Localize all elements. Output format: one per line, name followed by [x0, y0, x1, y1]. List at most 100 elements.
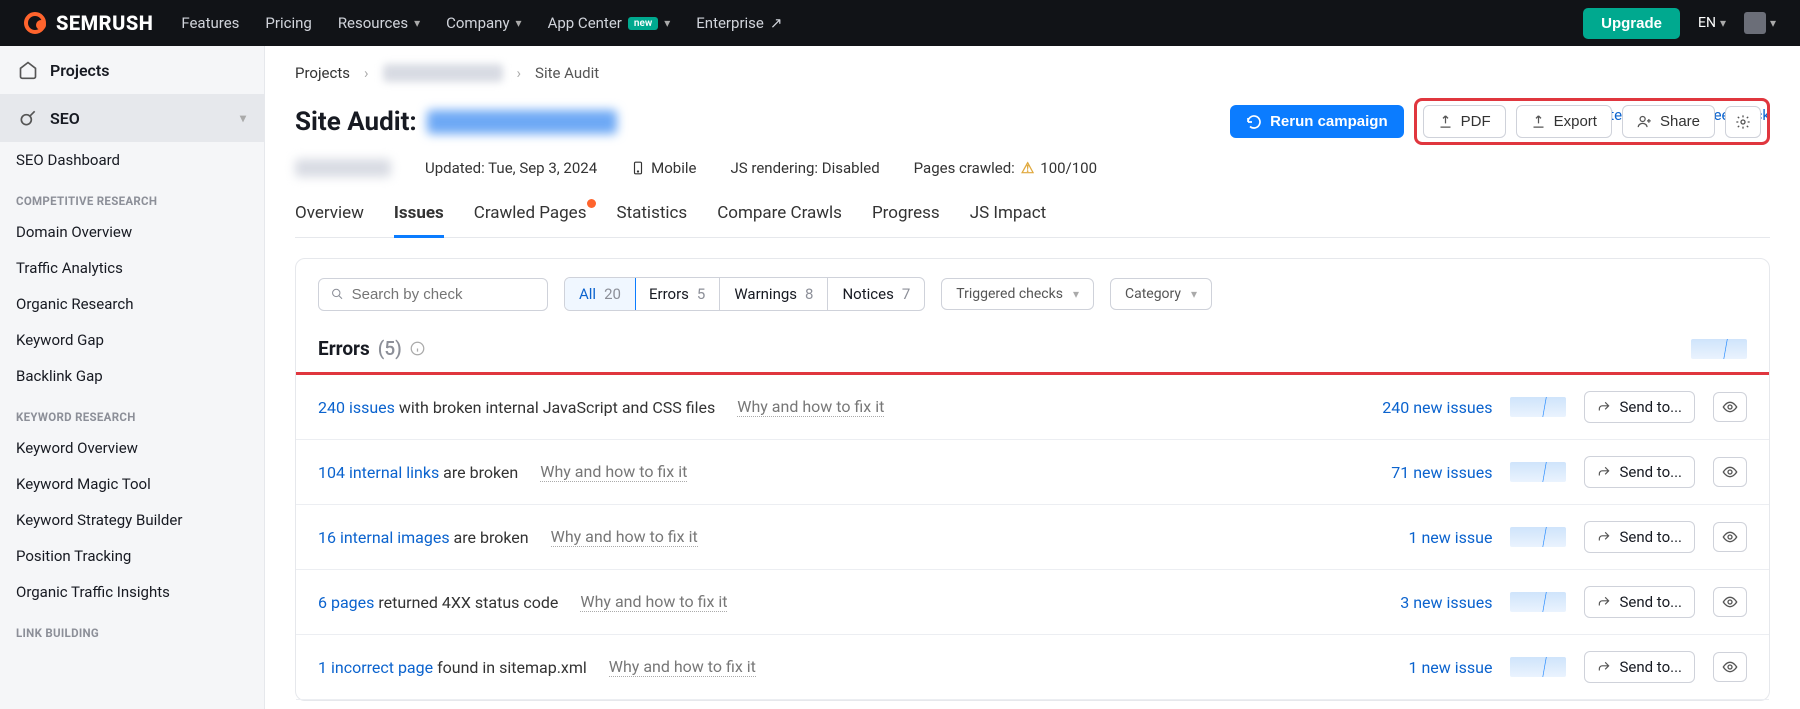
sidebar-seo-dashboard[interactable]: SEO Dashboard — [0, 142, 264, 178]
tab-js-impact[interactable]: JS Impact — [970, 203, 1046, 237]
category-dropdown[interactable]: Category▾ — [1110, 278, 1212, 310]
share-arrow-icon — [1597, 465, 1611, 479]
breadcrumb-projects[interactable]: Projects — [295, 64, 350, 82]
main-content: Projects › › Site Audit Help center Send… — [265, 46, 1800, 709]
hide-button[interactable] — [1713, 522, 1747, 552]
js-rendering-info: JS rendering: Disabled — [730, 159, 879, 177]
issue-row: 16 internal images are broken Why and ho… — [296, 505, 1769, 570]
chevron-right-icon: › — [517, 64, 522, 82]
pdf-button[interactable]: PDF — [1423, 105, 1506, 138]
segment-all[interactable]: All20 — [564, 277, 636, 311]
sidebar: Projects SEO ▾ SEO Dashboard COMPETITIVE… — [0, 46, 265, 709]
issue-desc: found in sitemap.xml — [437, 658, 587, 677]
hide-button[interactable] — [1713, 652, 1747, 682]
sidebar-seo[interactable]: SEO ▾ — [0, 94, 264, 142]
search-icon — [331, 287, 344, 301]
how-to-fix-link[interactable]: Why and how to fix it — [551, 527, 698, 547]
info-icon[interactable] — [410, 341, 425, 356]
chevron-down-icon: ▾ — [1720, 16, 1726, 30]
issue-link[interactable]: 6 pages — [318, 593, 374, 612]
send-to-button[interactable]: Send to... — [1584, 586, 1695, 618]
issue-row: 6 pages returned 4XX status code Why and… — [296, 570, 1769, 635]
tab-compare-crawls[interactable]: Compare Crawls — [717, 203, 842, 237]
nav-company[interactable]: Company▾ — [446, 14, 521, 32]
user-menu[interactable]: ▾ — [1744, 12, 1776, 34]
hide-button[interactable] — [1713, 392, 1747, 422]
nav-resources[interactable]: Resources▾ — [338, 14, 420, 32]
chevron-down-icon: ▾ — [240, 111, 246, 125]
issues-panel: All20 Errors5 Warnings8 Notices7 Trigger… — [295, 258, 1770, 701]
how-to-fix-link[interactable]: Why and how to fix it — [540, 462, 687, 482]
sidebar-keyword-strategy[interactable]: Keyword Strategy Builder — [0, 502, 264, 538]
topbar-right: Upgrade EN▾ ▾ — [1583, 8, 1776, 39]
share-button[interactable]: Share — [1622, 105, 1715, 138]
issue-desc: are broken — [443, 463, 518, 482]
sidebar-keyword-overview[interactable]: Keyword Overview — [0, 430, 264, 466]
how-to-fix-link[interactable]: Why and how to fix it — [737, 397, 884, 417]
share-arrow-icon — [1597, 660, 1611, 674]
sidebar-keyword-magic[interactable]: Keyword Magic Tool — [0, 466, 264, 502]
upgrade-button[interactable]: Upgrade — [1583, 8, 1680, 39]
sidebar-projects[interactable]: Projects — [0, 46, 264, 94]
sidebar-organic-research[interactable]: Organic Research — [0, 286, 264, 322]
issue-desc: are broken — [454, 528, 529, 547]
tab-overview[interactable]: Overview — [295, 203, 364, 237]
new-issues-link[interactable]: 1 new issue — [1409, 658, 1493, 677]
issue-link[interactable]: 104 internal links — [318, 463, 439, 482]
new-issues-link[interactable]: 1 new issue — [1409, 528, 1493, 547]
brand-logo[interactable]: SEMRUSH — [24, 11, 153, 35]
user-plus-icon — [1637, 114, 1652, 129]
triggered-checks-dropdown[interactable]: Triggered checks▾ — [941, 278, 1094, 310]
search-field[interactable] — [352, 286, 535, 303]
page-title-domain — [427, 110, 617, 134]
how-to-fix-link[interactable]: Why and how to fix it — [609, 657, 756, 677]
sidebar-domain-overview[interactable]: Domain Overview — [0, 214, 264, 250]
rerun-campaign-button[interactable]: Rerun campaign — [1230, 105, 1404, 138]
how-to-fix-link[interactable]: Why and how to fix it — [580, 592, 727, 612]
chevron-down-icon: ▾ — [414, 16, 420, 30]
search-input[interactable] — [318, 278, 548, 311]
new-issues-link[interactable]: 71 new issues — [1391, 463, 1492, 482]
errors-section-header: Errors (5) — [296, 329, 1769, 372]
hide-button[interactable] — [1713, 457, 1747, 487]
meta-info: Updated: Tue, Sep 3, 2024 Mobile JS rend… — [295, 159, 1770, 177]
sidebar-traffic-analytics[interactable]: Traffic Analytics — [0, 250, 264, 286]
send-to-button[interactable]: Send to... — [1584, 391, 1695, 423]
notification-dot-icon — [587, 199, 596, 208]
tab-issues[interactable]: Issues — [394, 203, 444, 237]
tab-crawled-pages[interactable]: Crawled Pages — [474, 203, 587, 237]
segment-notices[interactable]: Notices7 — [828, 278, 924, 310]
new-badge: new — [628, 17, 658, 30]
issue-link[interactable]: 16 internal images — [318, 528, 450, 547]
eye-icon — [1722, 464, 1738, 480]
settings-button[interactable] — [1725, 106, 1761, 138]
send-to-button[interactable]: Send to... — [1584, 521, 1695, 553]
hide-button[interactable] — [1713, 587, 1747, 617]
sidebar-organic-traffic-insights[interactable]: Organic Traffic Insights — [0, 574, 264, 610]
sparkline — [1510, 397, 1566, 417]
new-issues-link[interactable]: 240 new issues — [1382, 398, 1492, 417]
new-issues-link[interactable]: 3 new issues — [1400, 593, 1492, 612]
breadcrumb-project-name[interactable] — [383, 64, 503, 82]
segment-warnings[interactable]: Warnings8 — [720, 278, 828, 310]
nav-app-center[interactable]: App Centernew▾ — [548, 14, 671, 32]
sidebar-keyword-gap[interactable]: Keyword Gap — [0, 322, 264, 358]
sidebar-header-link-building: LINK BUILDING — [0, 610, 264, 646]
send-to-button[interactable]: Send to... — [1584, 651, 1695, 683]
send-to-button[interactable]: Send to... — [1584, 456, 1695, 488]
language-selector[interactable]: EN▾ — [1698, 15, 1726, 31]
upload-icon — [1531, 114, 1546, 129]
nav-features[interactable]: Features — [181, 14, 239, 32]
nav-enterprise[interactable]: Enterprise↗ — [696, 14, 782, 32]
sidebar-backlink-gap[interactable]: Backlink Gap — [0, 358, 264, 394]
home-icon — [18, 60, 38, 80]
issue-link[interactable]: 240 issues — [318, 398, 395, 417]
eye-icon — [1722, 659, 1738, 675]
tab-statistics[interactable]: Statistics — [616, 203, 687, 237]
issue-link[interactable]: 1 incorrect page — [318, 658, 433, 677]
sidebar-position-tracking[interactable]: Position Tracking — [0, 538, 264, 574]
nav-pricing[interactable]: Pricing — [265, 14, 311, 32]
segment-errors[interactable]: Errors5 — [635, 278, 720, 310]
tab-progress[interactable]: Progress — [872, 203, 940, 237]
export-button[interactable]: Export — [1516, 105, 1612, 138]
